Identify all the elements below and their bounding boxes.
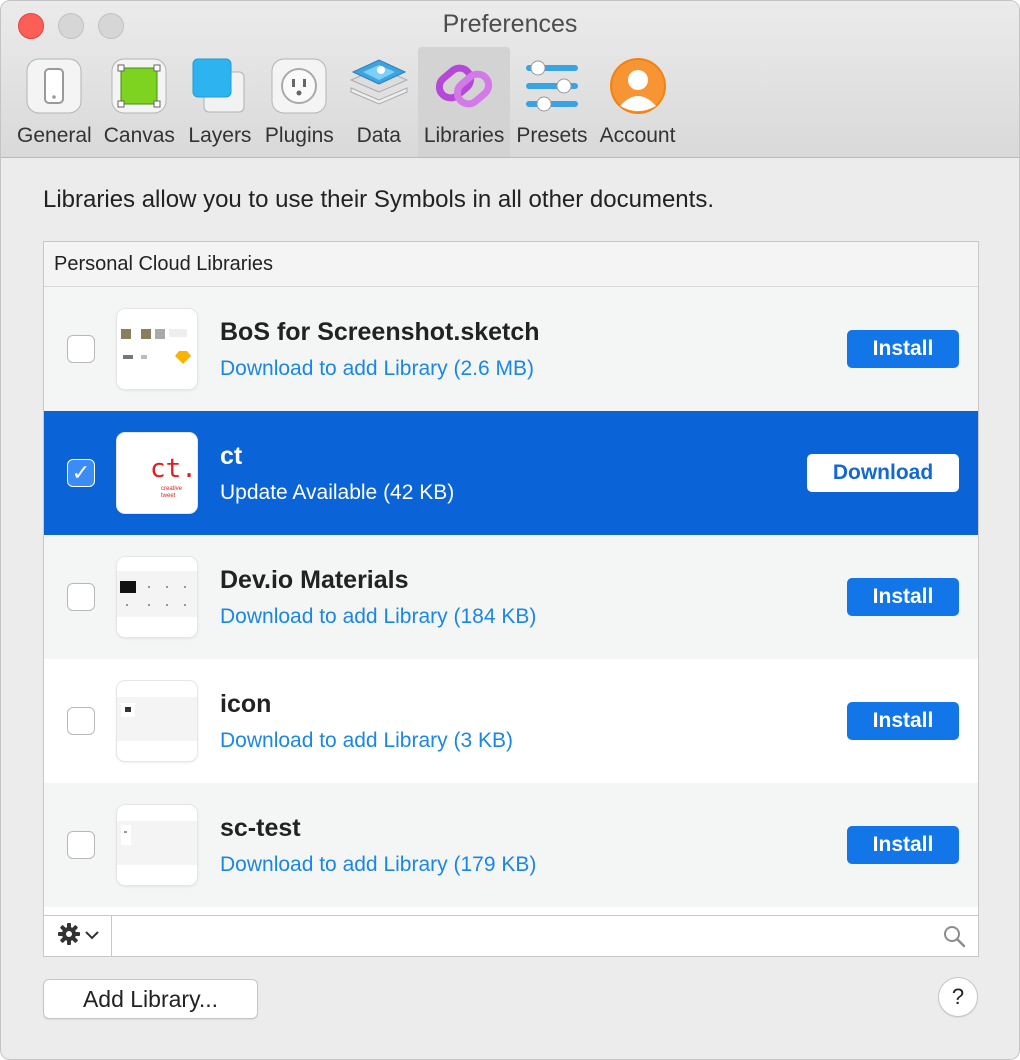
- gear-menu-button[interactable]: [44, 916, 112, 956]
- install-button[interactable]: Install: [847, 826, 959, 864]
- tab-canvas[interactable]: Canvas: [98, 47, 181, 157]
- library-download-link[interactable]: Download to add Library (2.6 MB): [220, 357, 534, 381]
- tab-layers-label: Layers: [188, 124, 252, 147]
- library-name: BoS for Screenshot.sketch: [220, 318, 540, 346]
- library-status: Update Available (42 KB): [220, 481, 455, 504]
- library-list-footer: [43, 915, 979, 957]
- add-library-button[interactable]: Add Library...: [43, 979, 258, 1019]
- library-thumbnail: [117, 557, 197, 637]
- tab-account-label: Account: [599, 124, 676, 147]
- tab-canvas-label: Canvas: [103, 124, 175, 147]
- library-download-link[interactable]: Download to add Library (3 KB): [220, 729, 513, 753]
- tab-layers[interactable]: Layers: [181, 47, 259, 157]
- library-row[interactable]: Dev.io Materials Download to add Library…: [44, 535, 978, 659]
- layers-icon: [187, 53, 253, 119]
- intro-text: Libraries allow you to use their Symbols…: [43, 186, 714, 213]
- tab-plugins-label: Plugins: [264, 124, 334, 147]
- library-thumbnail: ct. creative tweet: [117, 433, 197, 513]
- library-download-link[interactable]: Download to add Library (184 KB): [220, 605, 536, 629]
- tab-presets-label: Presets: [516, 124, 588, 147]
- library-name: sc-test: [220, 814, 301, 842]
- window-title: Preferences: [442, 10, 578, 38]
- tab-general-label: General: [17, 124, 92, 147]
- library-filter-field[interactable]: [113, 916, 932, 956]
- account-icon: [605, 53, 671, 119]
- library-checkbox[interactable]: ✓: [67, 459, 95, 487]
- tab-general[interactable]: General: [11, 47, 98, 157]
- library-checkbox[interactable]: [67, 707, 95, 735]
- gear-icon: [57, 922, 81, 951]
- library-download-link[interactable]: Download to add Library (179 KB): [220, 853, 536, 877]
- libraries-icon: [431, 53, 497, 119]
- chevron-down-icon: [84, 927, 99, 945]
- library-list-header: Personal Cloud Libraries: [44, 242, 978, 287]
- install-button[interactable]: Install: [847, 330, 959, 368]
- thumbnail-logo-subtext: creative tweet: [161, 486, 183, 499]
- presets-icon: [519, 53, 585, 119]
- library-checkbox[interactable]: [67, 831, 95, 859]
- library-list: Personal Cloud Libraries BoS for Screens…: [43, 241, 979, 957]
- library-row[interactable]: icon Download to add Library (3 KB) Inst…: [44, 659, 978, 783]
- tab-data-label: Data: [356, 124, 401, 147]
- titlebar: Preferences General Canvas Layers Plugin…: [1, 1, 1019, 158]
- library-row[interactable]: BoS for Screenshot.sketch Download to ad…: [44, 287, 978, 411]
- download-button[interactable]: Download: [807, 454, 959, 492]
- library-name: Dev.io Materials: [220, 566, 409, 594]
- library-checkbox[interactable]: [67, 335, 95, 363]
- library-row[interactable]: ✓ ct. creative tweet ct Update Available…: [44, 411, 978, 535]
- library-row[interactable]: sc-test Download to add Library (179 KB)…: [44, 783, 978, 907]
- search-icon[interactable]: [942, 924, 966, 953]
- tab-data[interactable]: Data: [340, 47, 418, 157]
- thumbnail-logo-text: ct.: [150, 454, 197, 484]
- checkmark-icon: ✓: [71, 460, 91, 485]
- install-button[interactable]: Install: [847, 578, 959, 616]
- libraries-pane: Libraries allow you to use their Symbols…: [1, 159, 1019, 1059]
- canvas-icon: [106, 53, 172, 119]
- library-thumbnail: [117, 309, 197, 389]
- library-name: icon: [220, 690, 272, 718]
- plugins-icon: [266, 53, 332, 119]
- preferences-toolbar: General Canvas Layers Plugins Data Libra…: [11, 47, 681, 158]
- library-checkbox[interactable]: [67, 583, 95, 611]
- tab-presets[interactable]: Presets: [510, 47, 593, 157]
- tab-libraries-label: Libraries: [423, 124, 505, 147]
- library-thumbnail: [117, 681, 197, 761]
- help-button[interactable]: ?: [938, 977, 978, 1017]
- general-icon: [21, 53, 87, 119]
- tab-libraries[interactable]: Libraries: [417, 47, 511, 157]
- library-thumbnail: [117, 805, 197, 885]
- tab-plugins[interactable]: Plugins: [259, 47, 340, 157]
- preferences-window: Preferences General Canvas Layers Plugin…: [0, 0, 1020, 1060]
- install-button[interactable]: Install: [847, 702, 959, 740]
- library-name: ct: [220, 442, 243, 470]
- tab-account[interactable]: Account: [594, 47, 682, 157]
- data-icon: [346, 53, 412, 119]
